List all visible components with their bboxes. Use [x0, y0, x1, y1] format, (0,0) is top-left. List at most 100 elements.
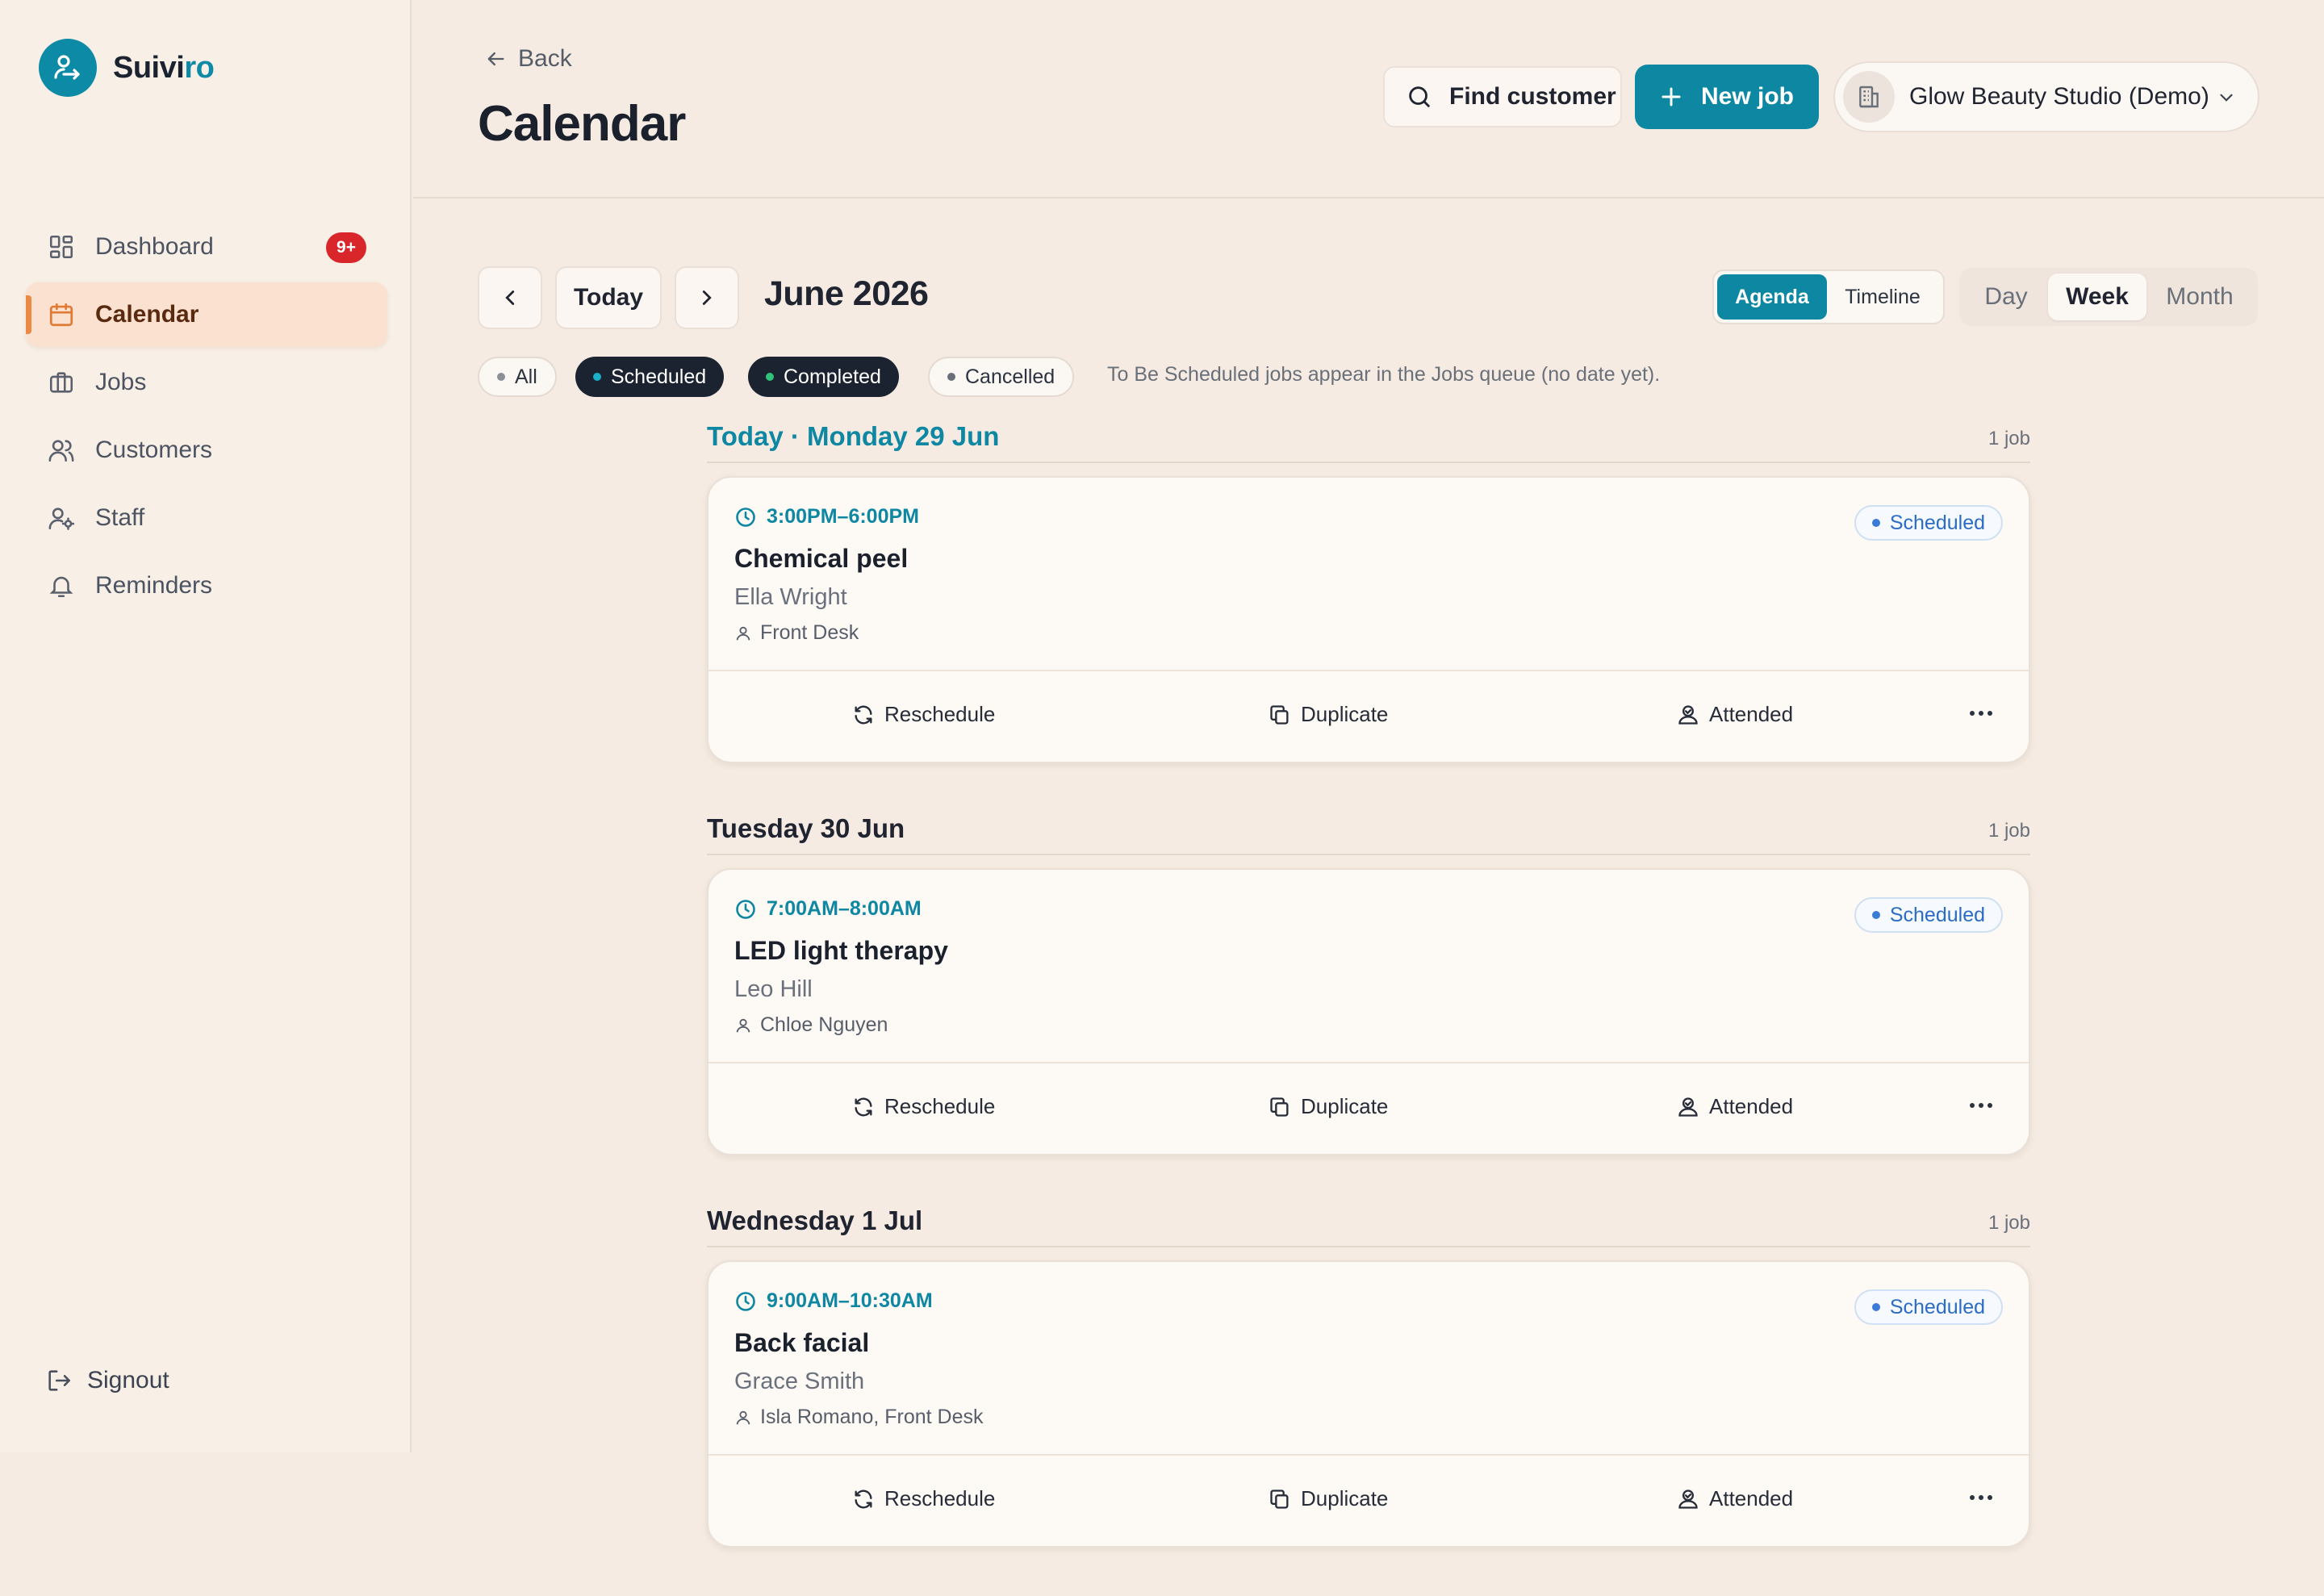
job-time: 3:00PM–6:00PM	[734, 505, 919, 529]
brand[interactable]: Suiviro	[39, 39, 215, 97]
sidebar-nav: Dashboard 9+ Calendar Jobs Customers Sta…	[26, 215, 387, 621]
job-customer[interactable]: Ella Wright	[734, 584, 847, 611]
sidebar-item-reminders[interactable]: Reminders	[26, 554, 387, 618]
person-icon	[736, 1018, 750, 1032]
building-icon	[1843, 71, 1895, 123]
duplicate-button[interactable]: Duplicate	[1269, 702, 1388, 727]
reschedule-label: Reschedule	[884, 702, 996, 726]
logout-icon	[45, 1367, 73, 1394]
new-job-button[interactable]: New job	[1635, 65, 1819, 129]
staff-icon	[45, 502, 77, 534]
attended-button[interactable]: Attended	[1677, 1094, 1793, 1119]
copy-icon	[1270, 1489, 1289, 1509]
attended-label: Attended	[1709, 1094, 1794, 1118]
filter-chip-scheduled[interactable]: Scheduled	[575, 357, 725, 397]
clock-icon	[736, 1291, 755, 1311]
sidebar-item-customers[interactable]: Customers	[26, 418, 387, 483]
person-check-icon	[1678, 704, 1698, 725]
duplicate-button[interactable]: Duplicate	[1269, 1486, 1388, 1511]
brand-name-main: Suivi	[113, 50, 185, 85]
job-time: 9:00AM–10:30AM	[734, 1289, 933, 1313]
job-staff-text: Chloe Nguyen	[760, 1013, 888, 1036]
sidebar-item-staff[interactable]: Staff	[26, 486, 387, 550]
sidebar-item-label: Reminders	[95, 572, 213, 599]
status-text: Scheduled	[1889, 903, 1985, 926]
attended-label: Attended	[1709, 702, 1794, 726]
brand-logo-icon	[39, 39, 97, 97]
bell-icon	[45, 570, 77, 602]
filter-chip-cancelled[interactable]: Cancelled	[928, 357, 1075, 397]
sidebar-item-dashboard[interactable]: Dashboard 9+	[26, 215, 387, 279]
job-actions: Reschedule Duplicate Attended	[708, 1062, 2029, 1154]
next-period-button[interactable]	[675, 266, 739, 329]
chip-label: Scheduled	[611, 365, 707, 388]
organization-switcher[interactable]: Glow Beauty Studio (Demo)	[1833, 61, 2259, 132]
chevron-down-icon	[2220, 94, 2233, 102]
today-button[interactable]: Today	[555, 266, 662, 329]
day-job-count: 1 job	[1988, 1212, 2030, 1234]
current-month: June 2026	[764, 274, 929, 313]
calendar-icon	[45, 299, 77, 331]
job-staff: Isla Romano, Front Desk	[734, 1406, 984, 1429]
job-card[interactable]: 7:00AM–8:00AM LED light therapy Leo Hill…	[707, 868, 2030, 1155]
tab-day[interactable]: Day	[1964, 274, 2048, 320]
duplicate-label: Duplicate	[1301, 1094, 1389, 1118]
job-actions: Reschedule Duplicate Attended	[708, 1454, 2029, 1546]
tab-timeline[interactable]: Timeline	[1827, 274, 1938, 320]
signout-button[interactable]: Signout	[45, 1367, 169, 1394]
person-check-icon	[1678, 1489, 1698, 1509]
reschedule-label: Reschedule	[884, 1094, 996, 1118]
arrow-left-icon	[487, 52, 504, 66]
job-card[interactable]: 9:00AM–10:30AM Back facial Grace Smith I…	[707, 1260, 2030, 1548]
tab-week[interactable]: Week	[2048, 274, 2146, 320]
refresh-icon	[855, 1489, 872, 1508]
job-customer[interactable]: Grace Smith	[734, 1368, 864, 1395]
more-options-icon[interactable]	[1969, 710, 1993, 717]
more-options-icon[interactable]	[1969, 1494, 1993, 1501]
back-link[interactable]: Back	[484, 45, 572, 73]
signout-label: Signout	[87, 1367, 169, 1393]
find-customer-button[interactable]: Find customer	[1383, 66, 1622, 127]
job-service: LED light therapy	[734, 936, 948, 965]
reschedule-button[interactable]: Reschedule	[852, 1094, 995, 1119]
new-job-label: New job	[1701, 83, 1795, 110]
person-icon	[736, 1410, 750, 1424]
dashboard-icon	[45, 231, 77, 263]
find-customer-label: Find customer	[1449, 83, 1616, 110]
day-header: Wednesday 1 Jul 1 job	[707, 1204, 2030, 1247]
job-service: Back facial	[734, 1328, 870, 1357]
filter-chip-completed[interactable]: Completed	[748, 357, 899, 397]
status-badge: Scheduled	[1854, 505, 2003, 541]
job-customer[interactable]: Leo Hill	[734, 976, 813, 1003]
sidebar-item-jobs[interactable]: Jobs	[26, 350, 387, 415]
clock-icon	[736, 899, 755, 919]
dot-icon	[1871, 519, 1880, 527]
back-label: Back	[518, 45, 572, 72]
filter-chip-all[interactable]: All	[478, 357, 557, 397]
person-icon	[736, 626, 750, 640]
layout-toggle: Agenda Timeline	[1712, 269, 1945, 324]
sidebar-item-calendar[interactable]: Calendar	[26, 282, 387, 347]
reschedule-button[interactable]: Reschedule	[852, 702, 995, 727]
job-card[interactable]: 3:00PM–6:00PM Chemical peel Ella Wright …	[707, 476, 2030, 763]
attended-button[interactable]: Attended	[1677, 702, 1793, 727]
previous-period-button[interactable]	[478, 266, 542, 329]
dot-icon	[766, 373, 774, 381]
reschedule-button[interactable]: Reschedule	[852, 1486, 995, 1511]
clock-icon	[736, 507, 755, 527]
refresh-icon	[855, 1097, 872, 1116]
tab-month[interactable]: Month	[2146, 274, 2253, 320]
jobs-queue-note: To Be Scheduled jobs appear in the Jobs …	[1107, 363, 1661, 386]
brand-name-accent: ro	[184, 50, 215, 85]
tab-agenda[interactable]: Agenda	[1717, 274, 1827, 320]
job-actions: Reschedule Duplicate Attended	[708, 670, 2029, 762]
sidebar-item-label: Customers	[95, 437, 213, 463]
duplicate-button[interactable]: Duplicate	[1269, 1094, 1388, 1119]
sidebar-item-label: Jobs	[95, 369, 147, 395]
dot-icon	[1871, 911, 1880, 919]
job-time: 7:00AM–8:00AM	[734, 897, 922, 921]
day-job-count: 1 job	[1988, 428, 2030, 449]
attended-button[interactable]: Attended	[1677, 1486, 1793, 1511]
brand-name: Suiviro	[113, 50, 215, 86]
more-options-icon[interactable]	[1969, 1102, 1993, 1109]
